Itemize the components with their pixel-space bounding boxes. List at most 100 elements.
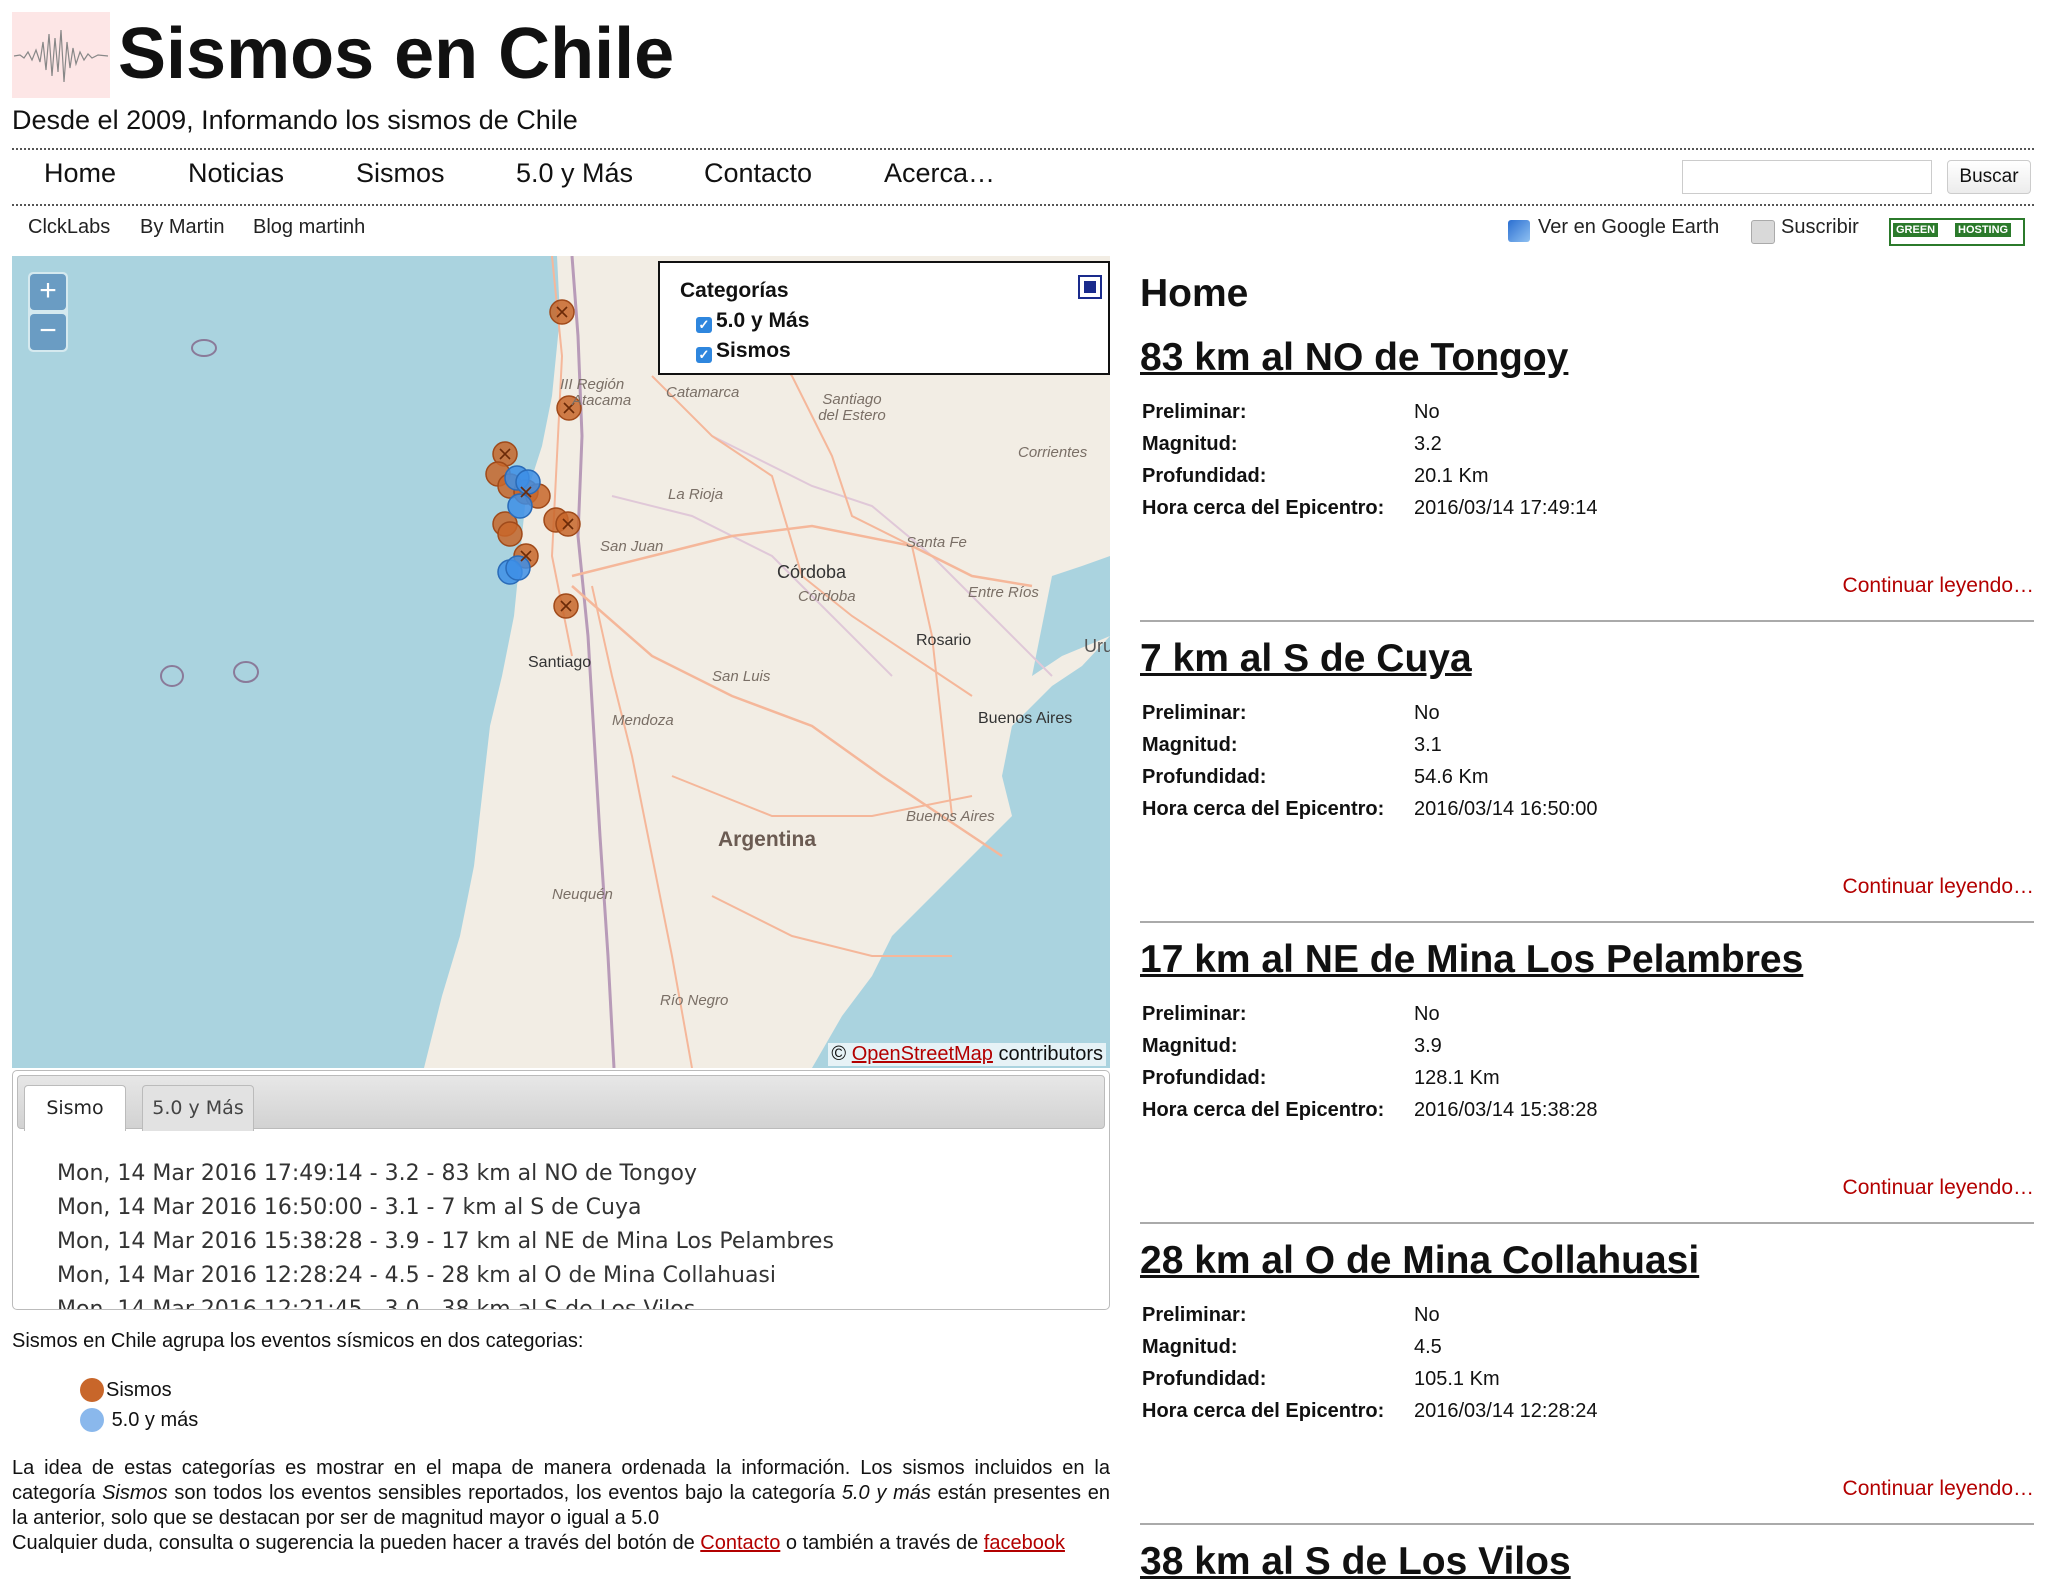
nav-5-y-mas[interactable]: 5.0 y Más bbox=[516, 158, 633, 189]
post-divider bbox=[1140, 921, 2034, 923]
map-label-buenos-aires-prov: Buenos Aires bbox=[906, 808, 995, 825]
search-input[interactable] bbox=[1682, 160, 1932, 194]
field-value: No bbox=[1414, 1303, 1440, 1326]
tab-5-y-mas[interactable]: 5.0 y Más bbox=[142, 1085, 254, 1131]
categories-title: Categorías bbox=[680, 279, 789, 302]
nav-acerca[interactable]: Acerca… bbox=[884, 158, 995, 189]
field-value: 128.1 Km bbox=[1414, 1066, 1500, 1089]
map-label-mendoza: Mendoza bbox=[612, 712, 674, 729]
field-value: 4.5 bbox=[1414, 1335, 1442, 1358]
earthquake-tabs: Sismo 5.0 y Más Mon, 14 Mar 2016 17:49:1… bbox=[12, 1070, 1110, 1310]
field-label: Hora cerca del Epicentro: bbox=[1142, 1399, 1385, 1422]
read-more-link[interactable]: Continuar leyendo… bbox=[1843, 1176, 2034, 1200]
post-details: Preliminar: No Magnitud: 3.1 Profundidad: 5… bbox=[1142, 697, 1602, 825]
site-logo[interactable] bbox=[12, 12, 110, 98]
tab-sismo[interactable]: Sismo bbox=[24, 1085, 126, 1131]
post-divider bbox=[1140, 1523, 2034, 1525]
read-more-link[interactable]: Continuar leyendo… bbox=[1843, 875, 2034, 899]
post-divider bbox=[1140, 620, 2034, 622]
site-tagline: Desde el 2009, Informando los sismos de … bbox=[12, 105, 578, 135]
search-button[interactable]: Buscar bbox=[1947, 160, 2031, 194]
link-blog-martinh[interactable]: Blog martinh bbox=[253, 216, 365, 239]
link-subscribe[interactable]: Suscribir bbox=[1781, 216, 1859, 239]
nav-contacto[interactable]: Contacto bbox=[704, 158, 812, 189]
map-label-argentina: Argentina bbox=[718, 828, 817, 851]
field-label: Profundidad: bbox=[1142, 1367, 1267, 1390]
category-label-sismos: Sismos bbox=[716, 339, 791, 362]
list-item[interactable]: Mon, 14 Mar 2016 17:49:14 - 3.2 - 83 km … bbox=[57, 1157, 834, 1191]
zoom-out-button[interactable]: − bbox=[30, 314, 66, 350]
list-item[interactable]: Mon, 14 Mar 2016 16:50:00 - 3.1 - 7 km a… bbox=[57, 1191, 834, 1225]
post-item: 83 km al NO de Tongoy Preliminar: No Magn… bbox=[1140, 336, 2034, 638]
category-row-sismos[interactable]: ✓ Sismos bbox=[696, 339, 791, 363]
post-title[interactable]: 17 km al NE de Mina Los Pelambres bbox=[1140, 938, 1803, 982]
map-label-rio-negro: Río Negro bbox=[660, 992, 729, 1009]
field-value: 3.2 bbox=[1414, 432, 1442, 455]
map-label-cordoba-city: Córdoba bbox=[777, 562, 847, 582]
contacto-link[interactable]: Contacto bbox=[700, 1532, 780, 1554]
nav-noticias[interactable]: Noticias bbox=[188, 158, 284, 189]
field-value: 2016/03/14 15:38:28 bbox=[1414, 1098, 1598, 1121]
post-title[interactable]: 28 km al O de Mina Collahuasi bbox=[1140, 1239, 1699, 1283]
category-label-5-y-mas: 5.0 y Más bbox=[716, 309, 810, 332]
site-title[interactable]: Sismos en Chile bbox=[118, 18, 674, 90]
checkbox-sismos[interactable]: ✓ bbox=[696, 347, 712, 363]
google-earth-icon[interactable] bbox=[1508, 220, 1530, 242]
field-label: Magnitud: bbox=[1142, 1034, 1238, 1057]
map-label-entre-rios: Entre Ríos bbox=[968, 584, 1039, 601]
list-item[interactable]: Mon, 14 Mar 2016 15:38:28 - 3.9 - 17 km … bbox=[57, 1225, 834, 1259]
link-by-martin[interactable]: By Martin bbox=[140, 216, 224, 239]
tab-bar: Sismo 5.0 y Más bbox=[17, 1075, 1105, 1131]
link-google-earth[interactable]: Ver en Google Earth bbox=[1538, 216, 1719, 239]
badge-green-text: GREEN bbox=[1893, 223, 1939, 237]
read-more-link[interactable]: Continuar leyendo… bbox=[1843, 574, 2034, 598]
field-label: Preliminar: bbox=[1142, 701, 1247, 724]
rss-icon[interactable] bbox=[1751, 220, 1775, 244]
categories-panel: Categorías ✓ 5.0 y Más ✓ Sismos bbox=[658, 261, 1110, 375]
attribution-prefix: © bbox=[831, 1043, 847, 1065]
field-value: 3.9 bbox=[1414, 1034, 1442, 1057]
field-label: Magnitud: bbox=[1142, 432, 1238, 455]
badge-hosting-text: HOSTING bbox=[1955, 223, 2012, 237]
map-label-san-juan: San Juan bbox=[600, 538, 664, 555]
map-label-uru: Uru bbox=[1084, 636, 1110, 656]
mayor-legend-icon bbox=[80, 1408, 104, 1432]
post-details: Preliminar: No Magnitud: 3.2 Profundidad: 2… bbox=[1142, 396, 1602, 524]
post-title[interactable]: 38 km al S de Los Vilos bbox=[1140, 1540, 1571, 1579]
attribution-suffix: contributors bbox=[998, 1043, 1104, 1065]
earthquake-map[interactable]: III Región Atacama Catamarca Santiago de… bbox=[12, 256, 1110, 1068]
link-clcklabs[interactable]: ClckLabs bbox=[28, 216, 110, 239]
post-details: Preliminar: No Magnitud: 3.9 Profundidad: 1… bbox=[1142, 998, 1602, 1126]
field-label: Preliminar: bbox=[1142, 1002, 1247, 1025]
read-more-link[interactable]: Continuar leyendo… bbox=[1843, 1477, 2034, 1501]
nav-home[interactable]: Home bbox=[44, 158, 116, 189]
category-row-5-y-mas[interactable]: ✓ 5.0 y Más bbox=[696, 309, 809, 333]
field-label: Profundidad: bbox=[1142, 1066, 1267, 1089]
field-value: 54.6 Km bbox=[1414, 765, 1489, 788]
post-title[interactable]: 83 km al NO de Tongoy bbox=[1140, 336, 1568, 380]
checkbox-5-y-mas[interactable]: ✓ bbox=[696, 317, 712, 333]
main-nav: Home Noticias Sismos 5.0 y Más Contacto … bbox=[12, 150, 2034, 204]
map-label-santiago-estero: Santiago del Estero bbox=[818, 391, 886, 424]
legend-sismos: Sismos bbox=[80, 1378, 172, 1402]
field-label: Magnitud: bbox=[1142, 1335, 1238, 1358]
map-label-cordoba-prov: Córdoba bbox=[798, 588, 856, 605]
atlantic-ocean bbox=[812, 636, 1110, 1068]
zoom-control: + − bbox=[28, 272, 68, 352]
facebook-link[interactable]: facebook bbox=[984, 1532, 1065, 1554]
minimize-icon[interactable] bbox=[1078, 275, 1102, 299]
openstreetmap-link[interactable]: OpenStreetMap bbox=[852, 1043, 993, 1065]
list-item[interactable]: Mon, 14 Mar 2016 12:21:45 - 3.0 - 38 km … bbox=[57, 1293, 834, 1309]
map-label-neuquen: Neuquén bbox=[552, 886, 613, 903]
map-label-catamarca: Catamarca bbox=[666, 384, 740, 401]
map-label-san-luis: San Luis bbox=[712, 668, 771, 685]
field-label: Profundidad: bbox=[1142, 464, 1267, 487]
green-hosting-badge[interactable]: GREEN HOSTING bbox=[1889, 218, 2025, 246]
zoom-in-button[interactable]: + bbox=[30, 274, 66, 310]
nav-sismos[interactable]: Sismos bbox=[356, 158, 445, 189]
list-item[interactable]: Mon, 14 Mar 2016 12:28:24 - 4.5 - 28 km … bbox=[57, 1259, 834, 1293]
legend-label-5-y-mas: 5.0 y más bbox=[111, 1409, 199, 1431]
field-value: 2016/03/14 16:50:00 bbox=[1414, 797, 1598, 820]
post-item: 17 km al NE de Mina Los Pelambres Prelim… bbox=[1140, 938, 2034, 1240]
post-title[interactable]: 7 km al S de Cuya bbox=[1140, 637, 1472, 681]
